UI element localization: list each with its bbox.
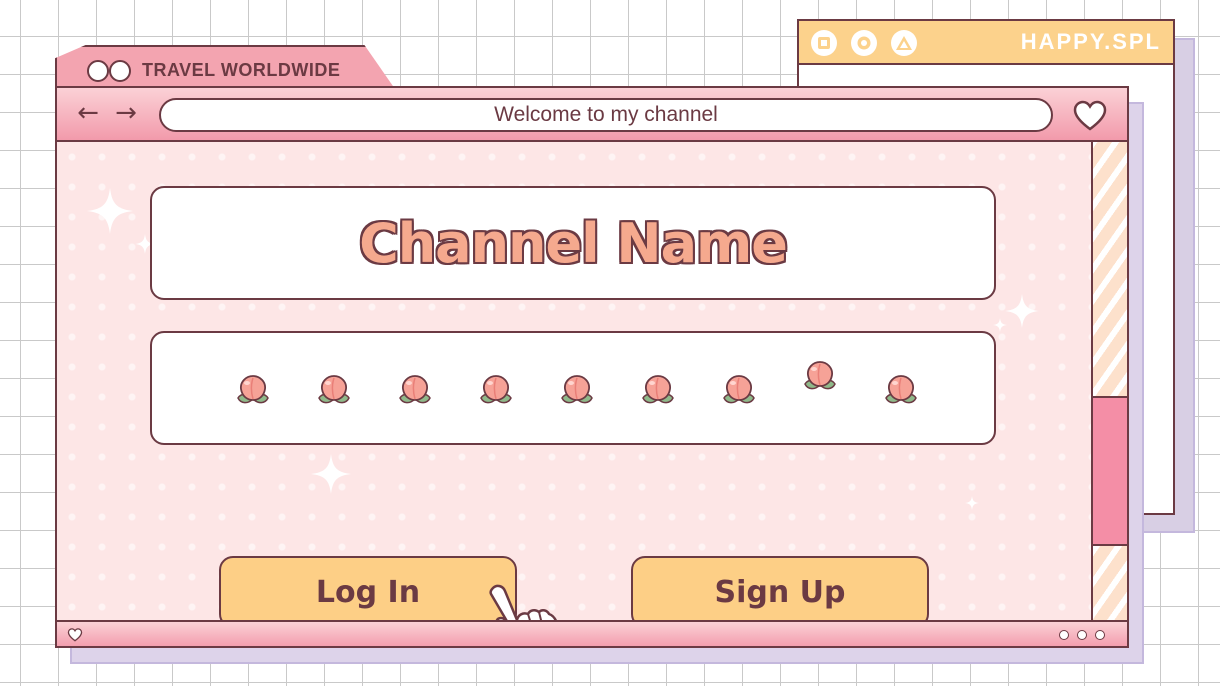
triangle-icon[interactable] bbox=[891, 30, 917, 56]
signup-button-label: Sign Up bbox=[714, 574, 846, 610]
square-icon[interactable] bbox=[811, 30, 837, 56]
peach-icon bbox=[561, 375, 593, 404]
peach-icon bbox=[804, 361, 836, 390]
tab-title: TRAVEL WORLDWIDE bbox=[142, 60, 341, 80]
peach-icon bbox=[399, 375, 431, 404]
login-button[interactable]: Log In bbox=[219, 556, 517, 628]
status-bar bbox=[57, 620, 1127, 646]
back-window-title: HAPPY.SPL bbox=[1020, 29, 1161, 54]
peach-row-panel bbox=[150, 331, 996, 445]
channel-name: Channel Name bbox=[359, 211, 788, 275]
peach-icon bbox=[480, 375, 512, 404]
signup-button[interactable]: Sign Up bbox=[631, 556, 929, 628]
status-dot bbox=[1059, 630, 1069, 640]
peach-icon bbox=[885, 375, 917, 404]
peach-icon bbox=[642, 375, 674, 404]
back-window-titlebar: HAPPY.SPL bbox=[799, 21, 1173, 65]
sparkle-icon bbox=[311, 454, 351, 494]
status-dot bbox=[1077, 630, 1087, 640]
left-arrow-icon[interactable]: ← bbox=[73, 98, 103, 128]
sparkle-icon bbox=[965, 496, 979, 510]
peach-icon bbox=[723, 375, 755, 404]
circle-icon[interactable] bbox=[851, 30, 877, 56]
main-window: ← → Welcome to my channel Channel Name L… bbox=[55, 86, 1129, 648]
url-bar[interactable]: Welcome to my channel bbox=[159, 98, 1053, 132]
status-dot bbox=[1095, 630, 1105, 640]
login-button-label: Log In bbox=[315, 574, 421, 610]
channel-name-panel: Channel Name bbox=[150, 186, 996, 300]
right-arrow-icon[interactable]: → bbox=[111, 98, 141, 128]
peach-icon bbox=[318, 375, 350, 404]
heart-icon bbox=[67, 628, 83, 642]
heart-icon[interactable] bbox=[1073, 100, 1107, 132]
peach-icon bbox=[237, 375, 269, 404]
tab-circles-icon bbox=[87, 60, 131, 82]
url-bar-text: Welcome to my channel bbox=[494, 103, 718, 126]
sparkle-icon bbox=[1005, 294, 1039, 328]
content-area: Channel Name Log In Sign Up bbox=[57, 142, 1091, 646]
browser-toolbar: ← → Welcome to my channel bbox=[57, 88, 1127, 142]
scrollbar[interactable] bbox=[1091, 142, 1127, 620]
scrollbar-thumb[interactable] bbox=[1093, 396, 1127, 546]
sparkle-icon bbox=[993, 318, 1007, 332]
sparkle-icon bbox=[87, 188, 133, 234]
